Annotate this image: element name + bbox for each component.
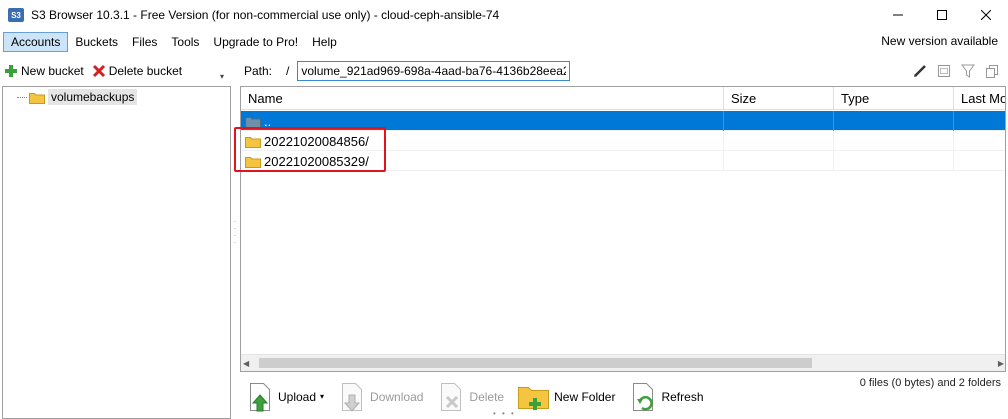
bucket-toolbar: New bucket Delete bucket ▾	[0, 58, 232, 84]
delete-file-icon	[441, 382, 462, 411]
window-icon	[938, 65, 950, 77]
menu-files[interactable]: Files	[125, 32, 164, 52]
upload-dropdown-icon[interactable]: ▾	[320, 392, 324, 401]
column-header-type[interactable]: Type	[834, 87, 954, 110]
maximize-button[interactable]	[920, 0, 964, 30]
scroll-left-icon[interactable]: ◀	[243, 359, 249, 368]
tree-item-volumebackups[interactable]: volumebackups	[17, 89, 138, 105]
plus-icon	[5, 65, 17, 77]
path-root-separator[interactable]: /	[286, 64, 289, 78]
path-bar: Path: /	[240, 58, 1008, 84]
cell-size	[724, 111, 834, 131]
menu-upgrade[interactable]: Upgrade to Pro!	[206, 32, 305, 52]
cell-type	[834, 111, 954, 131]
cell-type	[834, 151, 954, 171]
filter-button[interactable]	[956, 61, 980, 81]
panel-splitter[interactable]: · · · ·	[233, 218, 237, 248]
bucket-tree: volumebackups	[2, 86, 231, 419]
folder-icon	[29, 92, 45, 104]
cell-type	[834, 131, 954, 151]
copy-icon	[986, 65, 998, 78]
copy-button[interactable]	[980, 61, 1004, 81]
delete-button[interactable]: Delete	[437, 381, 504, 413]
cell-size	[724, 151, 834, 171]
horizontal-scrollbar[interactable]: ◀ ▶	[241, 354, 1005, 371]
view-button[interactable]	[932, 61, 956, 81]
new-version-link[interactable]: New version available	[881, 34, 998, 48]
download-icon	[342, 382, 363, 412]
minimize-button[interactable]	[876, 0, 920, 30]
toolbar-overflow-icon[interactable]: ▾	[220, 72, 230, 82]
delete-label: Delete	[469, 389, 505, 404]
path-input[interactable]	[297, 61, 571, 81]
refresh-label: Refresh	[661, 389, 704, 404]
download-label: Download	[370, 389, 424, 404]
title-bar: S3 S3 Browser 10.3.1 - Free Version (for…	[0, 0, 1008, 30]
folder-up-icon	[245, 116, 261, 128]
refresh-icon	[633, 382, 654, 411]
annotation-highlight-box	[234, 127, 386, 172]
column-header-last-modified[interactable]: Last Mo	[954, 87, 1005, 110]
file-toolbar: Upload ▾ Download Delete New Folder Refr…	[240, 374, 1008, 419]
refresh-button[interactable]: Refresh	[629, 381, 704, 413]
maximize-icon	[937, 10, 947, 20]
cell-last-modified	[954, 131, 1005, 151]
scroll-thumb[interactable]	[259, 358, 812, 368]
minimize-icon	[893, 14, 903, 16]
column-header-size[interactable]: Size	[724, 87, 834, 110]
cell-last-modified	[954, 151, 1005, 171]
new-bucket-button[interactable]: New bucket	[4, 64, 84, 78]
upload-label: Upload	[278, 389, 317, 404]
status-text: 0 files (0 bytes) and 2 folders	[859, 377, 1001, 389]
filter-icon	[961, 64, 975, 78]
tree-connector	[17, 96, 27, 98]
menu-help[interactable]: Help	[305, 32, 344, 52]
new-bucket-label: New bucket	[21, 64, 84, 78]
pencil-icon	[914, 65, 926, 77]
window-controls	[876, 0, 1008, 30]
path-label: Path:	[244, 64, 273, 78]
cell-last-modified	[954, 111, 1005, 131]
window-title: S3 Browser 10.3.1 - Free Version (for no…	[31, 8, 500, 22]
delete-bucket-button[interactable]: Delete bucket	[92, 64, 182, 78]
menu-buckets[interactable]: Buckets	[68, 32, 125, 52]
upload-icon	[250, 382, 270, 411]
close-button[interactable]	[964, 0, 1008, 30]
resize-grip[interactable]: • • •	[493, 409, 516, 418]
edit-path-button[interactable]	[908, 61, 932, 81]
new-folder-button[interactable]: New Folder	[518, 382, 615, 412]
cell-size	[724, 131, 834, 151]
new-folder-label: New Folder	[554, 389, 616, 404]
upload-button[interactable]: Upload ▾	[246, 381, 324, 413]
download-button[interactable]: Download	[338, 381, 423, 413]
close-icon	[981, 10, 991, 20]
path-tools	[908, 61, 1004, 81]
new-folder-icon	[518, 386, 550, 410]
delete-bucket-label: Delete bucket	[108, 64, 183, 78]
app-icon: S3	[8, 8, 24, 22]
column-header-name[interactable]: Name	[241, 87, 724, 110]
delete-x-icon	[92, 64, 105, 78]
menu-accounts[interactable]: Accounts	[3, 32, 69, 52]
scroll-right-icon[interactable]: ▶	[998, 359, 1004, 368]
menu-bar: Accounts Buckets Files Tools Upgrade to …	[0, 30, 1008, 54]
menu-tools[interactable]: Tools	[164, 32, 206, 52]
file-list-header: Name Size Type Last Mo	[241, 87, 1005, 110]
tree-item-label: volumebackups	[48, 89, 138, 105]
